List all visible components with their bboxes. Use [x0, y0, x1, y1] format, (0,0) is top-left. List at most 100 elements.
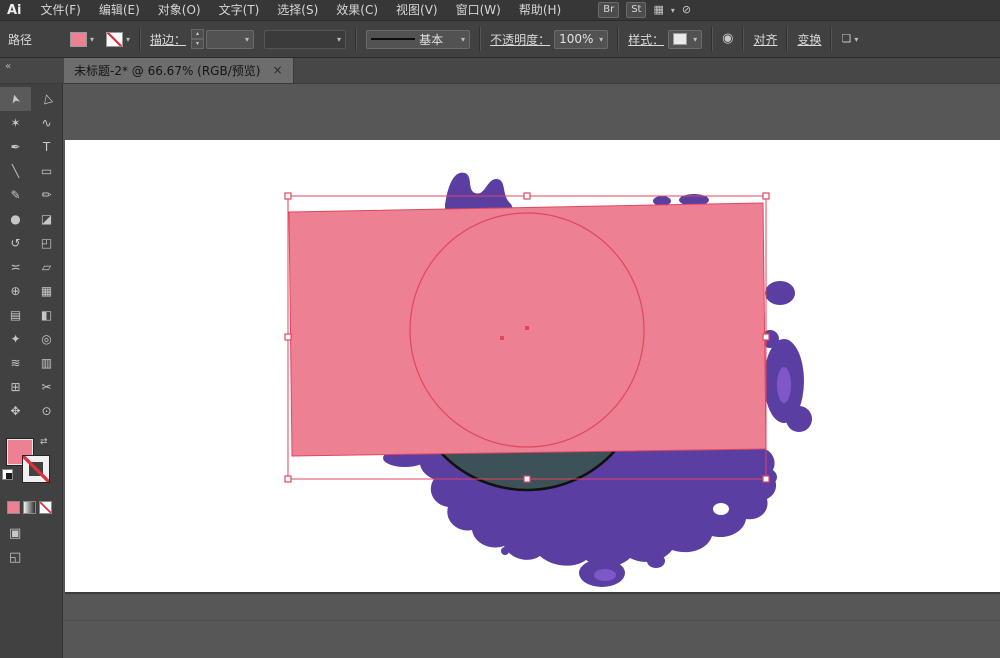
stepper-up-icon[interactable]: ▴ [191, 29, 204, 39]
menu-item-effect[interactable]: 效果(C) [327, 0, 387, 20]
menu: 文件(F)编辑(E)对象(O)文字(T)选择(S)效果(C)视图(V)窗口(W)… [32, 0, 571, 20]
brush-definition-dropdown[interactable]: 基本 ▾ [366, 30, 470, 49]
workspace-chevron-icon[interactable]: ▾ [671, 6, 675, 15]
rectangle-tool[interactable]: ▭ [31, 159, 62, 183]
opacity-label[interactable]: 不透明度： [490, 31, 550, 48]
scale-tool[interactable]: ◰ [31, 231, 62, 255]
recolor-artwork-icon[interactable]: ◉ [722, 29, 733, 49]
type-tool[interactable]: T [31, 135, 62, 159]
splatter-dot[interactable] [786, 406, 812, 432]
selection-handle[interactable] [285, 334, 291, 340]
fill-color-control[interactable]: ▾ [70, 32, 94, 47]
app-logo[interactable]: Ai [0, 3, 32, 18]
menu-item-file[interactable]: 文件(F) [32, 0, 90, 20]
splatter-dot[interactable] [765, 281, 795, 305]
lasso-tool[interactable]: ∿ [31, 111, 62, 135]
column-graph-tool[interactable]: ▥ [31, 351, 62, 375]
opacity-dropdown[interactable]: 100% ▾ [554, 30, 608, 49]
zoom-tool[interactable]: ⊙ [31, 399, 62, 423]
symbol-sprayer-tool[interactable]: ≋ [0, 351, 31, 375]
brush-stroke-preview [371, 38, 415, 40]
stroke-weight-label[interactable]: 描边： [150, 31, 186, 48]
perspective-grid-tool[interactable]: ▦ [31, 279, 62, 303]
paintbrush-tool[interactable]: ✎ [0, 183, 31, 207]
splatter-dot[interactable] [647, 554, 665, 568]
selection-handle[interactable] [763, 476, 769, 482]
panel-menu-icon[interactable]: ❏ [841, 29, 851, 49]
swap-fill-stroke-icon[interactable]: ⇄ [40, 437, 48, 447]
selection-handle[interactable] [285, 193, 291, 199]
menu-item-object[interactable]: 对象(O) [149, 0, 210, 20]
transform-label[interactable]: 变换 [797, 31, 821, 48]
line-segment-tool[interactable]: ╲ [0, 159, 31, 183]
sync-status-icon: ⊘ [682, 0, 691, 20]
zoom-tool-icon: ⊙ [41, 404, 51, 418]
selection-handle[interactable] [524, 193, 530, 199]
graphic-style-dropdown[interactable]: ▾ [668, 30, 702, 49]
shape-builder-tool[interactable]: ⊕ [0, 279, 31, 303]
menu-item-type[interactable]: 文字(T) [210, 0, 269, 20]
stroke-weight-stepper[interactable]: ▴ ▾ [191, 29, 204, 49]
center-marker [500, 336, 504, 340]
pen-tool[interactable]: ✒ [0, 135, 31, 159]
none-mode-button[interactable] [39, 501, 52, 514]
fill-color-swatch[interactable] [70, 32, 87, 47]
menu-bar: Ai 文件(F)编辑(E)对象(O)文字(T)选择(S)效果(C)视图(V)窗口… [0, 0, 1000, 21]
default-fill-stroke-icon[interactable] [2, 469, 13, 480]
selection-handle[interactable] [763, 334, 769, 340]
divider [786, 27, 788, 51]
direct-selection-tool[interactable]: ▷ [31, 87, 62, 111]
stock-button[interactable]: St [626, 2, 646, 18]
gradient-mode-button[interactable] [23, 501, 36, 514]
stroke-color-control[interactable]: ▾ [106, 32, 130, 47]
splatter-dot[interactable] [517, 535, 529, 547]
menu-item-edit[interactable]: 编辑(E) [90, 0, 149, 20]
splatter-dot[interactable] [501, 547, 509, 555]
menu-item-help[interactable]: 帮助(H) [510, 0, 570, 20]
fill-chevron-icon[interactable]: ▾ [90, 35, 94, 44]
menu-item-select[interactable]: 选择(S) [268, 0, 327, 20]
toolbar-collapse-icon[interactable]: « [5, 61, 11, 72]
divider [355, 27, 357, 51]
stroke-color-swatch[interactable] [106, 32, 123, 47]
panel-menu-chevron-icon[interactable]: ▾ [854, 35, 858, 44]
color-mode-button[interactable] [7, 501, 20, 514]
eraser-tool[interactable]: ◪ [31, 207, 62, 231]
chevron-down-icon: ▾ [461, 35, 465, 44]
width-tool[interactable]: ≍ [0, 255, 31, 279]
free-transform-tool[interactable]: ▱ [31, 255, 62, 279]
document-tab[interactable]: 未标题-2* @ 66.67% (RGB/预览) × [64, 57, 294, 83]
selection-handle[interactable] [524, 476, 530, 482]
selection-handle[interactable] [285, 476, 291, 482]
magic-wand-tool[interactable]: ✶ [0, 111, 31, 135]
bridge-button[interactable]: Br [598, 2, 619, 18]
stepper-down-icon[interactable]: ▾ [191, 39, 204, 49]
slice-tool[interactable]: ✂ [31, 375, 62, 399]
pencil-tool[interactable]: ✏ [31, 183, 62, 207]
hand-tool[interactable]: ✥ [0, 399, 31, 423]
graphic-style-label[interactable]: 样式： [628, 31, 664, 48]
align-label[interactable]: 对齐 [753, 31, 777, 48]
menu-item-view[interactable]: 视图(V) [387, 0, 447, 20]
blob-brush-tool[interactable]: ● [0, 207, 31, 231]
artboard-tool[interactable]: ⊞ [0, 375, 31, 399]
screen-mode-icon[interactable]: ◱ [9, 550, 62, 565]
workspace-switcher-icon[interactable]: ▦ [653, 0, 663, 20]
menu-item-window[interactable]: 窗口(W) [447, 0, 510, 20]
stroke-chevron-icon[interactable]: ▾ [126, 35, 130, 44]
free-transform-tool-icon: ▱ [42, 260, 51, 274]
tab-close-icon[interactable]: × [272, 63, 282, 77]
selection-handle[interactable] [763, 193, 769, 199]
stroke-proxy-swatch[interactable] [23, 456, 49, 482]
mesh-tool[interactable]: ▤ [0, 303, 31, 327]
rotate-tool[interactable]: ↺ [0, 231, 31, 255]
center-marker [525, 326, 529, 330]
draw-modes-icon[interactable]: ▣ [9, 526, 62, 541]
stroke-weight-dropdown[interactable]: ▾ [206, 30, 254, 49]
blend-tool[interactable]: ◎ [31, 327, 62, 351]
gradient-tool[interactable]: ◧ [31, 303, 62, 327]
selection-tool[interactable]: ➤ [0, 87, 31, 111]
width-profile-dropdown[interactable]: ▾ [264, 30, 346, 49]
canvas[interactable] [62, 83, 1000, 658]
eyedropper-tool[interactable]: ✦ [0, 327, 31, 351]
